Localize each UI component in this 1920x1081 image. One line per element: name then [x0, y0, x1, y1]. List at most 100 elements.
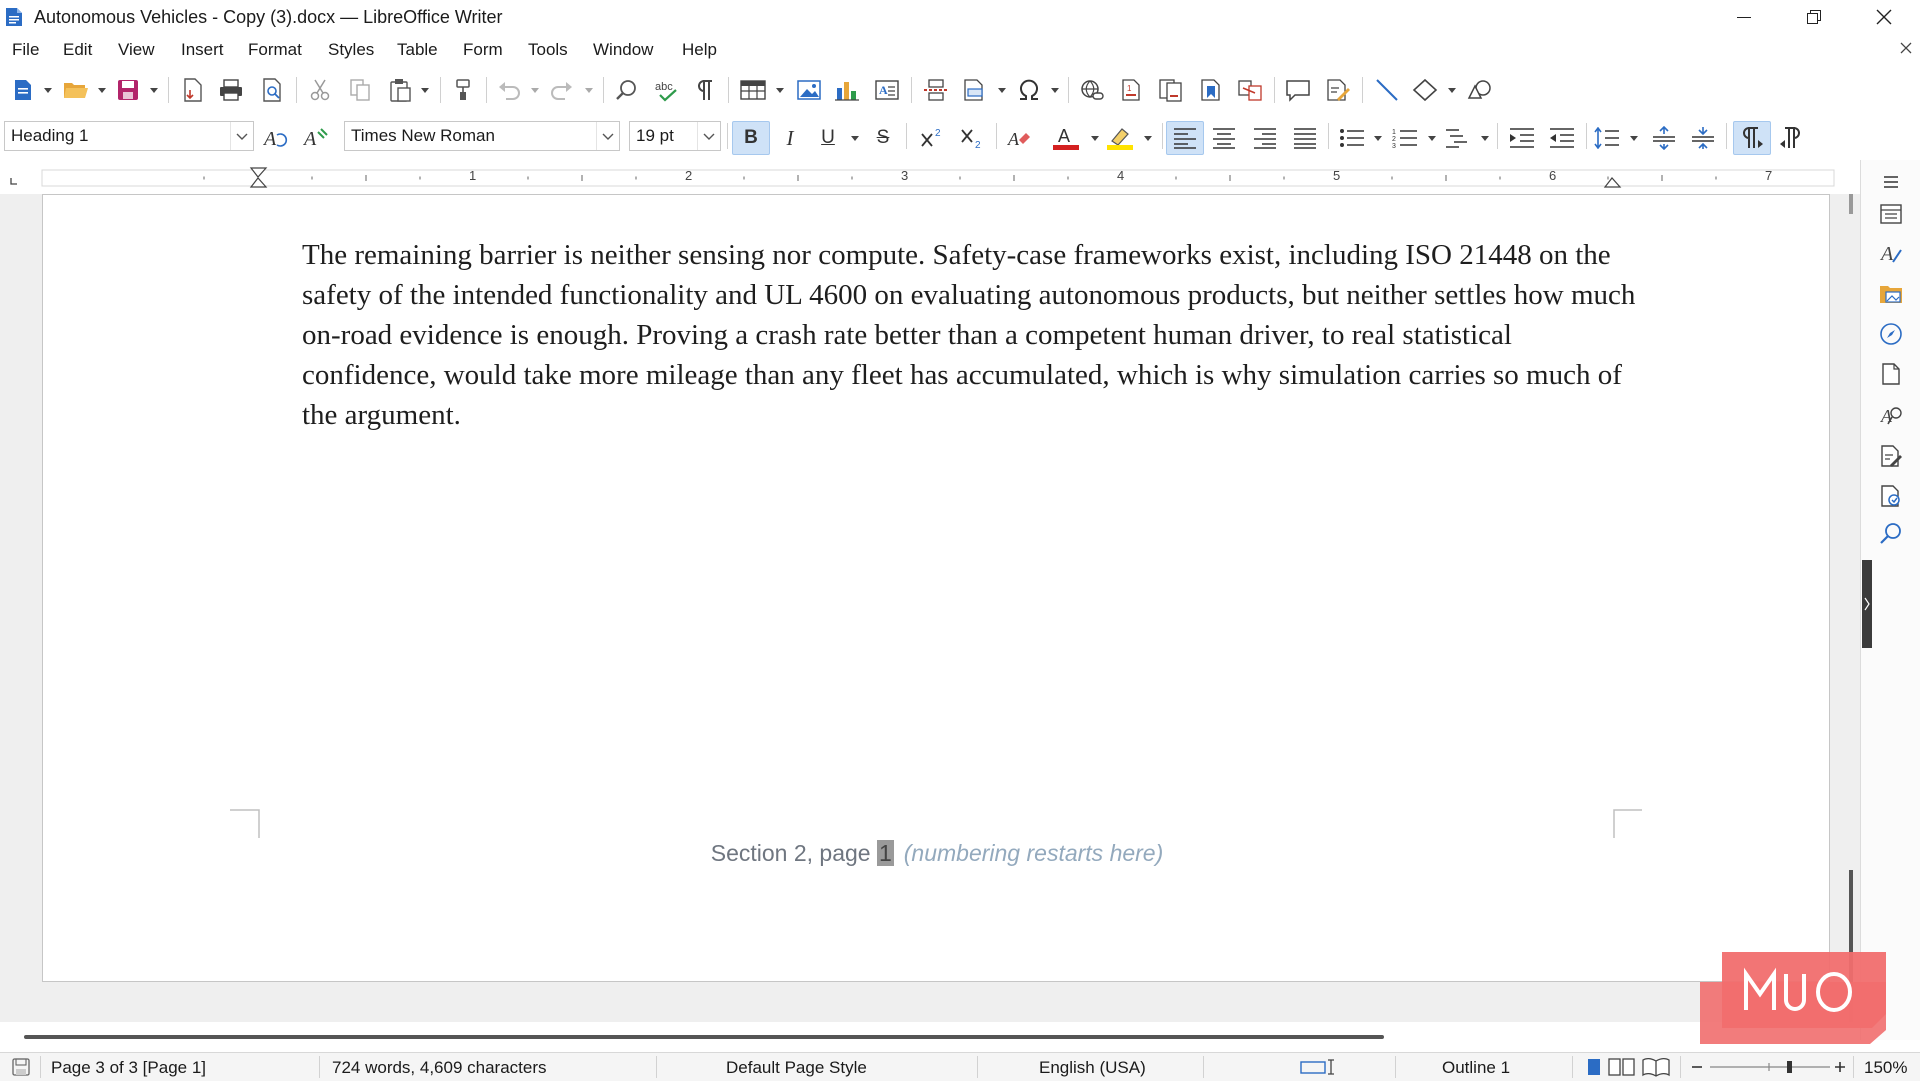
insert-special-character-button[interactable]	[1014, 75, 1044, 105]
sidebar-menu-button[interactable]	[1875, 166, 1907, 198]
zoom-slider-thumb[interactable]	[1787, 1061, 1792, 1073]
underline-dropdown[interactable]	[850, 123, 860, 153]
unordered-list-dropdown[interactable]	[1373, 123, 1383, 153]
sidebar-gallery-button[interactable]	[1875, 278, 1907, 310]
page-footer[interactable]: Section 2, page 1 (numbering restarts her…	[43, 840, 1831, 867]
italic-button[interactable]: I	[775, 123, 805, 153]
menu-tools[interactable]: Tools	[528, 40, 568, 60]
increase-indent-button[interactable]	[1507, 123, 1537, 153]
menu-form[interactable]: Form	[463, 40, 503, 60]
paragraph-style-dropdown[interactable]	[230, 122, 253, 150]
print-button[interactable]	[216, 75, 246, 105]
close-window-button[interactable]	[1856, 0, 1912, 34]
document-page[interactable]: The remaining barrier is neither sensing…	[42, 194, 1830, 982]
insert-page-break-button[interactable]	[921, 75, 951, 105]
insert-endnote-button[interactable]	[1156, 75, 1186, 105]
insert-bookmark-button[interactable]	[1196, 75, 1226, 105]
highlight-color-button[interactable]	[1105, 123, 1135, 153]
paste-dropdown[interactable]	[420, 75, 430, 105]
right-to-left-button[interactable]	[1776, 123, 1806, 153]
new-style-button[interactable]: A	[301, 122, 331, 152]
body-paragraph[interactable]: The remaining barrier is neither sensing…	[302, 235, 1647, 435]
menu-table[interactable]: Table	[397, 40, 438, 60]
redo-button[interactable]	[547, 75, 577, 105]
font-color-dropdown[interactable]	[1090, 123, 1100, 153]
sidebar-manage-changes-button[interactable]	[1875, 440, 1907, 472]
insert-chart-button[interactable]	[832, 75, 862, 105]
strikethrough-button[interactable]: S	[868, 123, 898, 153]
close-document-button[interactable]	[1900, 38, 1912, 59]
single-page-view-icon[interactable]	[1583, 1057, 1605, 1077]
menu-window[interactable]: Window	[593, 40, 653, 60]
insert-textbox-button[interactable]: A	[872, 75, 902, 105]
insert-image-button[interactable]	[794, 75, 824, 105]
subscript-button[interactable]: 2	[958, 123, 988, 153]
field-dropdown[interactable]	[997, 75, 1007, 105]
status-zoom-level[interactable]: 150%	[1864, 1058, 1907, 1078]
undo-button[interactable]	[494, 75, 524, 105]
sidebar-page-button[interactable]	[1875, 358, 1907, 390]
sidebar-find-button[interactable]	[1875, 518, 1907, 550]
align-left-button[interactable]	[1166, 121, 1204, 155]
increase-paragraph-spacing-button[interactable]	[1649, 123, 1679, 153]
formatting-marks-button[interactable]	[690, 75, 720, 105]
insert-cross-reference-button[interactable]	[1235, 75, 1265, 105]
export-pdf-button[interactable]	[178, 75, 208, 105]
table-dropdown[interactable]	[775, 75, 785, 105]
menu-edit[interactable]: Edit	[63, 40, 92, 60]
decrease-paragraph-spacing-button[interactable]	[1688, 123, 1718, 153]
minimize-button[interactable]	[1716, 0, 1772, 34]
scrollbar-top-thumb[interactable]	[1849, 194, 1853, 214]
sidebar-styles-button[interactable]: A	[1875, 238, 1907, 270]
footer-page-number-field[interactable]: 1	[876, 840, 894, 866]
menu-file[interactable]: File	[12, 40, 39, 60]
decrease-indent-button[interactable]	[1547, 123, 1577, 153]
align-center-button[interactable]	[1209, 123, 1239, 153]
horizontal-scrollbar-thumb[interactable]	[24, 1035, 1384, 1039]
menu-view[interactable]: View	[118, 40, 155, 60]
menu-styles[interactable]: Styles	[328, 40, 374, 60]
sidebar-navigator-button[interactable]	[1875, 318, 1907, 350]
line-spacing-dropdown[interactable]	[1629, 123, 1639, 153]
status-language[interactable]: English (USA)	[1039, 1058, 1146, 1078]
save-dropdown[interactable]	[149, 75, 159, 105]
menu-insert[interactable]: Insert	[181, 40, 224, 60]
new-dropdown[interactable]	[43, 75, 53, 105]
paste-button[interactable]	[385, 75, 415, 105]
status-word-count[interactable]: 724 words, 4,609 characters	[332, 1058, 547, 1078]
restore-button[interactable]	[1786, 0, 1842, 34]
multi-page-view-icon[interactable]	[1607, 1057, 1637, 1077]
print-preview-button[interactable]	[258, 75, 288, 105]
insert-line-button[interactable]	[1372, 75, 1402, 105]
insert-field-button[interactable]	[960, 75, 990, 105]
align-right-button[interactable]	[1250, 123, 1280, 153]
bold-button[interactable]: B	[732, 121, 770, 155]
special-character-dropdown[interactable]	[1050, 75, 1060, 105]
cut-button[interactable]	[305, 75, 335, 105]
insert-footnote-button[interactable]: 1	[1116, 75, 1146, 105]
status-outline-level[interactable]: Outline 1	[1442, 1058, 1510, 1078]
left-to-right-button[interactable]	[1733, 121, 1771, 155]
justify-button[interactable]	[1290, 123, 1320, 153]
outline-list-dropdown[interactable]	[1480, 123, 1490, 153]
vertical-scrollbar[interactable]	[1846, 194, 1856, 1022]
redo-dropdown[interactable]	[584, 75, 594, 105]
book-view-icon[interactable]	[1641, 1057, 1671, 1077]
sidebar-design-button[interactable]	[1875, 480, 1907, 512]
superscript-button[interactable]: 2	[918, 123, 948, 153]
save-button[interactable]	[113, 75, 143, 105]
ordered-list-button[interactable]: 123	[1390, 123, 1420, 153]
insert-table-button[interactable]	[738, 75, 768, 105]
font-name-dropdown[interactable]	[596, 122, 619, 150]
status-page-number[interactable]: Page 3 of 3 [Page 1]	[51, 1058, 206, 1078]
font-size-dropdown[interactable]	[697, 122, 720, 150]
sidebar-properties-button[interactable]	[1875, 198, 1907, 230]
open-dropdown[interactable]	[97, 75, 107, 105]
ordered-list-dropdown[interactable]	[1427, 123, 1437, 153]
basic-shapes-button[interactable]	[1410, 75, 1440, 105]
copy-button[interactable]	[345, 75, 375, 105]
clear-formatting-button[interactable]: A	[1004, 123, 1034, 153]
outline-list-button[interactable]	[1443, 123, 1473, 153]
update-style-button[interactable]: A	[261, 122, 291, 152]
menu-help[interactable]: Help	[682, 40, 717, 60]
